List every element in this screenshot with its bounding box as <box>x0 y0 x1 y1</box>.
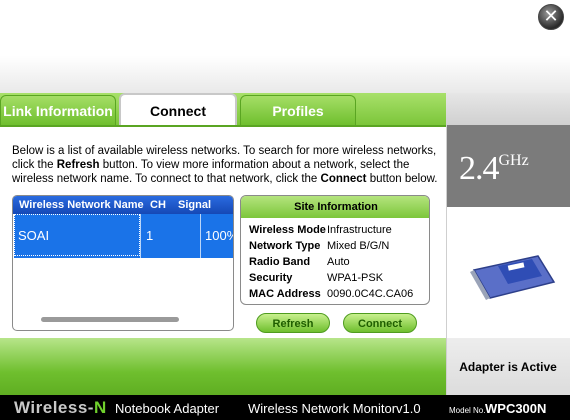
horizontal-scrollbar[interactable] <box>41 317 179 322</box>
column-header-name[interactable]: Wireless Network Name <box>19 199 144 211</box>
instructions-text: Below is a list of available wireless ne… <box>12 145 438 185</box>
connect-button[interactable]: Connect <box>343 313 417 333</box>
close-button[interactable]: ✕ <box>538 4 564 30</box>
panel-divider <box>446 125 447 395</box>
tab-strip-right <box>446 93 570 125</box>
tab-label: Profiles <box>272 103 324 119</box>
model-number: WPC300N <box>485 401 547 416</box>
app-name: Wireless Network Monitor <box>248 401 397 416</box>
refresh-button[interactable]: Refresh <box>256 313 330 333</box>
tab-label: Connect <box>150 103 206 119</box>
column-header-ch[interactable]: CH <box>150 199 166 211</box>
column-header-signal[interactable]: Signal <box>178 199 211 211</box>
adapter-status: Adapter is Active <box>459 360 557 374</box>
tab-connect[interactable]: Connect <box>119 93 237 125</box>
network-row[interactable]: SOAI 1 100% <box>14 214 233 258</box>
adapter-card-image <box>470 255 556 300</box>
close-icon: ✕ <box>543 6 559 27</box>
brand-logo: Wireless-N <box>14 398 107 417</box>
title-area <box>0 0 570 93</box>
network-channel: 1 <box>146 228 154 243</box>
site-information-title: Site Information <box>241 196 429 218</box>
site-information-panel: Site Information Wireless Mode Infrastruc… <box>240 195 430 305</box>
network-signal: 100% <box>205 228 233 243</box>
tab-label: Link Information <box>3 103 113 119</box>
network-list: Wireless Network Name CH Signal SOAI 1 1… <box>12 195 234 331</box>
tab-link-information[interactable]: Link Information <box>0 95 116 125</box>
network-name: SOAI <box>18 228 50 243</box>
product-name: Notebook Adapter <box>115 401 220 416</box>
band-indicator: 2.4GHz <box>459 150 529 187</box>
tab-profiles[interactable]: Profiles <box>240 95 356 125</box>
network-list-header: Wireless Network Name CH Signal <box>13 196 233 214</box>
status-bar-left <box>0 338 446 395</box>
app-version: v1.0 <box>396 401 421 416</box>
model-label: Model No. <box>449 406 486 415</box>
